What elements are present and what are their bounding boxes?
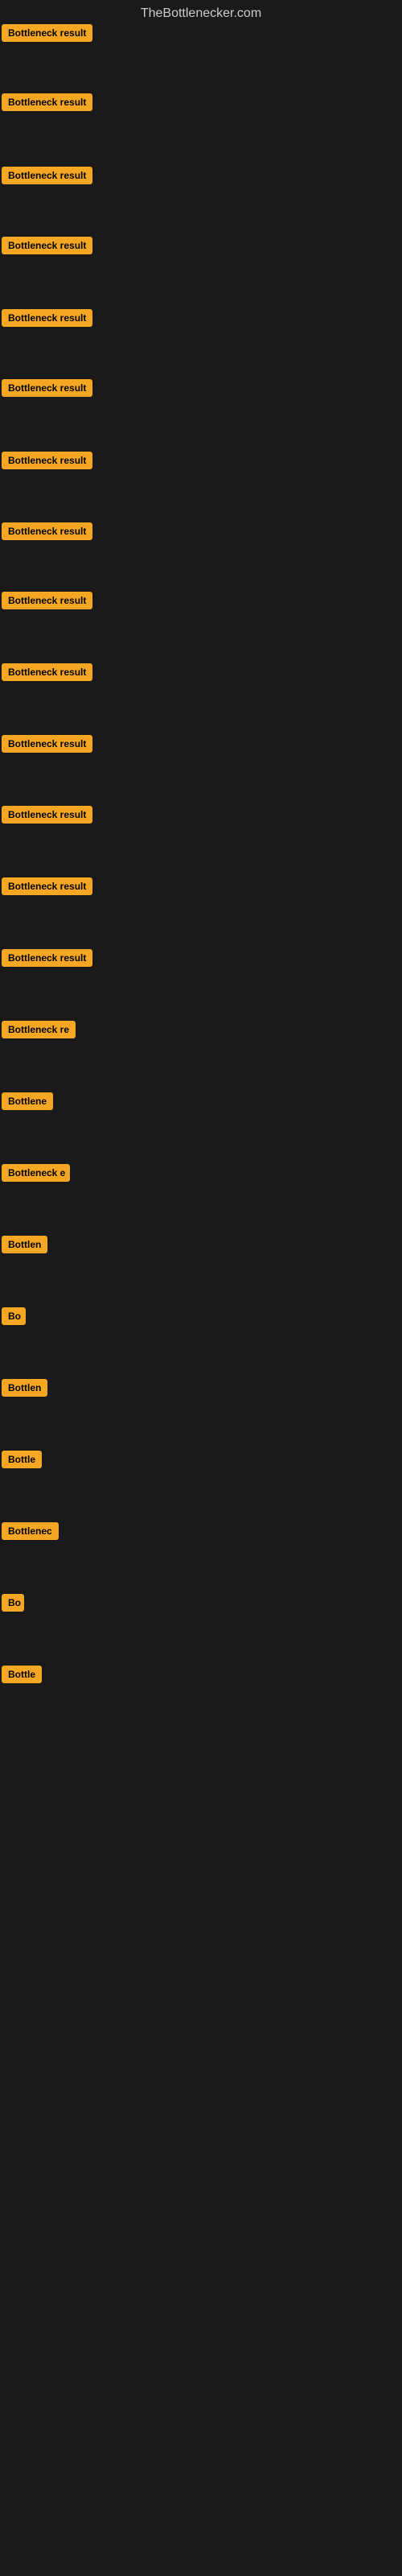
- bottleneck-result-8: Bottleneck result: [2, 522, 92, 544]
- bottleneck-result-19: Bo: [2, 1307, 26, 1329]
- site-title: TheBottlenecker.com: [0, 0, 402, 24]
- bottleneck-result-3: Bottleneck result: [2, 167, 92, 188]
- site-header: TheBottlenecker.com: [0, 0, 402, 24]
- bottleneck-result-4: Bottleneck result: [2, 237, 92, 258]
- bottleneck-badge-22: Bottlenec: [2, 1522, 59, 1540]
- bottleneck-badge-2: Bottleneck result: [2, 93, 92, 111]
- bottleneck-result-13: Bottleneck result: [2, 877, 92, 899]
- bottleneck-badge-15: Bottleneck re: [2, 1021, 76, 1038]
- bottleneck-result-24: Bottle: [2, 1666, 42, 1687]
- bottleneck-badge-5: Bottleneck result: [2, 309, 92, 327]
- bottleneck-badge-19: Bo: [2, 1307, 26, 1325]
- bottleneck-badge-7: Bottleneck result: [2, 452, 92, 469]
- bottleneck-badge-21: Bottle: [2, 1451, 42, 1468]
- bottleneck-result-15: Bottleneck re: [2, 1021, 76, 1042]
- bottleneck-badge-16: Bottlene: [2, 1092, 53, 1110]
- bottleneck-badge-6: Bottleneck result: [2, 379, 92, 397]
- bottleneck-badge-3: Bottleneck result: [2, 167, 92, 184]
- bottleneck-badge-20: Bottlen: [2, 1379, 47, 1397]
- bottleneck-badge-13: Bottleneck result: [2, 877, 92, 895]
- bottleneck-result-14: Bottleneck result: [2, 949, 92, 971]
- bottleneck-badge-23: Bo: [2, 1594, 24, 1612]
- bottleneck-result-22: Bottlenec: [2, 1522, 59, 1544]
- bottleneck-result-1: Bottleneck result: [2, 24, 92, 46]
- bottleneck-badge-8: Bottleneck result: [2, 522, 92, 540]
- bottleneck-badge-11: Bottleneck result: [2, 735, 92, 753]
- bottleneck-badge-14: Bottleneck result: [2, 949, 92, 967]
- bottleneck-result-23: Bo: [2, 1594, 24, 1616]
- bottleneck-badge-24: Bottle: [2, 1666, 42, 1683]
- bottleneck-badge-1: Bottleneck result: [2, 24, 92, 42]
- bottleneck-result-21: Bottle: [2, 1451, 42, 1472]
- bottleneck-badge-17: Bottleneck e: [2, 1164, 70, 1182]
- bottleneck-result-7: Bottleneck result: [2, 452, 92, 473]
- bottleneck-result-17: Bottleneck e: [2, 1164, 70, 1186]
- bottleneck-result-20: Bottlen: [2, 1379, 47, 1401]
- bottleneck-badge-18: Bottlen: [2, 1236, 47, 1253]
- bottleneck-result-5: Bottleneck result: [2, 309, 92, 331]
- results-container: Bottleneck result Bottleneck result Bottle…: [0, 24, 402, 2520]
- bottleneck-result-18: Bottlen: [2, 1236, 47, 1257]
- bottleneck-result-11: Bottleneck result: [2, 735, 92, 757]
- bottleneck-badge-10: Bottleneck result: [2, 663, 92, 681]
- bottleneck-result-2: Bottleneck result: [2, 93, 92, 115]
- bottleneck-result-16: Bottlene: [2, 1092, 53, 1114]
- bottleneck-result-10: Bottleneck result: [2, 663, 92, 685]
- bottleneck-result-12: Bottleneck result: [2, 806, 92, 828]
- bottleneck-badge-12: Bottleneck result: [2, 806, 92, 824]
- bottleneck-badge-9: Bottleneck result: [2, 592, 92, 609]
- bottleneck-badge-4: Bottleneck result: [2, 237, 92, 254]
- bottleneck-result-6: Bottleneck result: [2, 379, 92, 401]
- bottleneck-result-9: Bottleneck result: [2, 592, 92, 613]
